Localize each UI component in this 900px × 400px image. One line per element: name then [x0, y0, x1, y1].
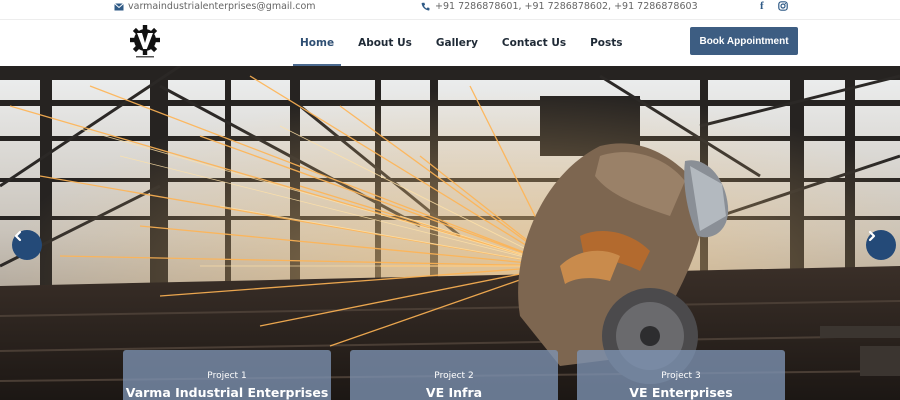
phone-contact[interactable]: +91 7286878601, +91 7286878602, +91 7286…	[421, 1, 698, 12]
company-logo[interactable]	[128, 24, 162, 60]
book-appointment-button[interactable]: Book Appointment	[690, 27, 798, 55]
project-card-label: Project 1	[207, 371, 247, 381]
envelope-icon	[114, 2, 124, 10]
phone-icon	[421, 2, 430, 11]
hero-slider: Project 1 Varma Industrial Enterprises P…	[0, 66, 900, 400]
project-card-label: Project 2	[434, 371, 474, 381]
top-contact-bar: varmaindustrialenterprises@gmail.com +91…	[0, 0, 900, 20]
main-nav: Home About Us Gallery Contact Us Posts	[293, 20, 623, 66]
nav-posts-label: Posts	[590, 37, 623, 49]
project-card-3[interactable]: Project 3 VE Enterprises	[577, 350, 785, 400]
project-card-title: Varma Industrial Enterprises	[125, 385, 329, 400]
slider-next-button[interactable]	[866, 230, 896, 260]
site-header: Home About Us Gallery Contact Us Posts B…	[0, 20, 900, 66]
nav-gallery[interactable]: Gallery	[436, 37, 478, 49]
phone-text: +91 7286878601, +91 7286878602, +91 7286…	[435, 1, 698, 12]
facebook-icon[interactable]: f	[760, 0, 764, 12]
nav-gallery-label: Gallery	[435, 37, 478, 49]
chevron-right-icon	[868, 230, 876, 242]
nav-contact-us[interactable]: Contact Us	[502, 37, 566, 49]
instagram-icon[interactable]	[777, 1, 788, 11]
project-card-label: Project 3	[661, 371, 701, 381]
nav-about-us[interactable]: About Us	[358, 37, 412, 49]
nav-home[interactable]: Home	[293, 37, 342, 66]
project-card-title: VE Infra	[425, 385, 483, 400]
social-links: f	[760, 0, 788, 12]
nav-contact-us-label: Contact Us	[501, 37, 567, 49]
email-text: varmaindustrialenterprises@gmail.com	[128, 1, 316, 12]
chevron-left-icon	[14, 230, 22, 242]
project-card-title: VE Enterprises	[629, 385, 733, 400]
slider-prev-button[interactable]	[12, 230, 42, 260]
email-contact[interactable]: varmaindustrialenterprises@gmail.com	[114, 1, 316, 12]
nav-posts[interactable]: Posts	[590, 37, 622, 49]
project-card-2[interactable]: Project 2 VE Infra	[350, 350, 558, 400]
nav-about-us-label: About Us	[358, 37, 412, 49]
project-card-1[interactable]: Project 1 Varma Industrial Enterprises	[123, 350, 331, 400]
nav-home-label: Home	[300, 37, 335, 49]
